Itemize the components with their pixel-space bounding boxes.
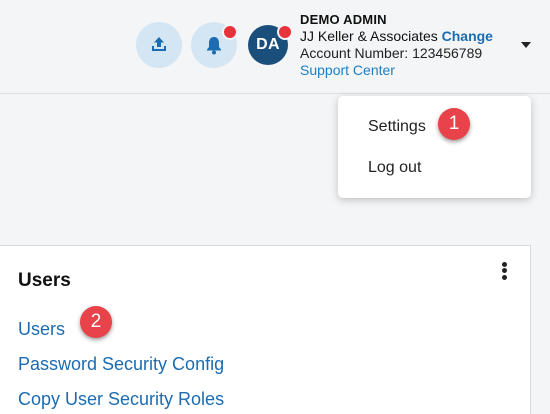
notification-badge: [222, 24, 238, 40]
menu-item-log-out[interactable]: Log out: [368, 159, 421, 177]
account-company-row: JJ Keller & Associates Change: [300, 28, 530, 45]
bell-icon: [207, 37, 221, 55]
support-center-link[interactable]: Support Center: [300, 62, 395, 79]
panel-title: Users: [18, 270, 71, 291]
users-panel: Users Users Password Security Config Cop…: [0, 245, 531, 414]
account-info: DEMO ADMIN JJ Keller & Associates Change…: [300, 11, 530, 79]
menu-item-settings[interactable]: Settings: [368, 118, 426, 136]
upload-button[interactable]: [136, 22, 182, 68]
copy-user-security-roles-link[interactable]: Copy User Security Roles: [18, 389, 224, 410]
step-marker-1: 1: [438, 108, 470, 140]
account-menu-chevron-down-icon[interactable]: [521, 42, 531, 48]
account-number: 123456789: [412, 45, 483, 61]
change-company-link[interactable]: Change: [442, 28, 493, 44]
step-marker-2: 2: [80, 306, 112, 338]
top-header: DA DEMO ADMIN JJ Keller & Associates Cha…: [0, 0, 550, 94]
account-number-label: Account Number:: [300, 45, 409, 61]
more-options-icon[interactable]: [499, 260, 509, 282]
upload-icon: [152, 37, 166, 51]
account-number-row: Account Number: 123456789: [300, 45, 530, 62]
account-dropdown-menu: Settings Log out: [338, 96, 531, 198]
password-security-config-link[interactable]: Password Security Config: [18, 354, 224, 375]
avatar-status-badge: [277, 24, 293, 40]
account-user-name: DEMO ADMIN: [300, 12, 387, 27]
users-link[interactable]: Users: [18, 319, 65, 340]
account-company: JJ Keller & Associates: [300, 28, 438, 44]
